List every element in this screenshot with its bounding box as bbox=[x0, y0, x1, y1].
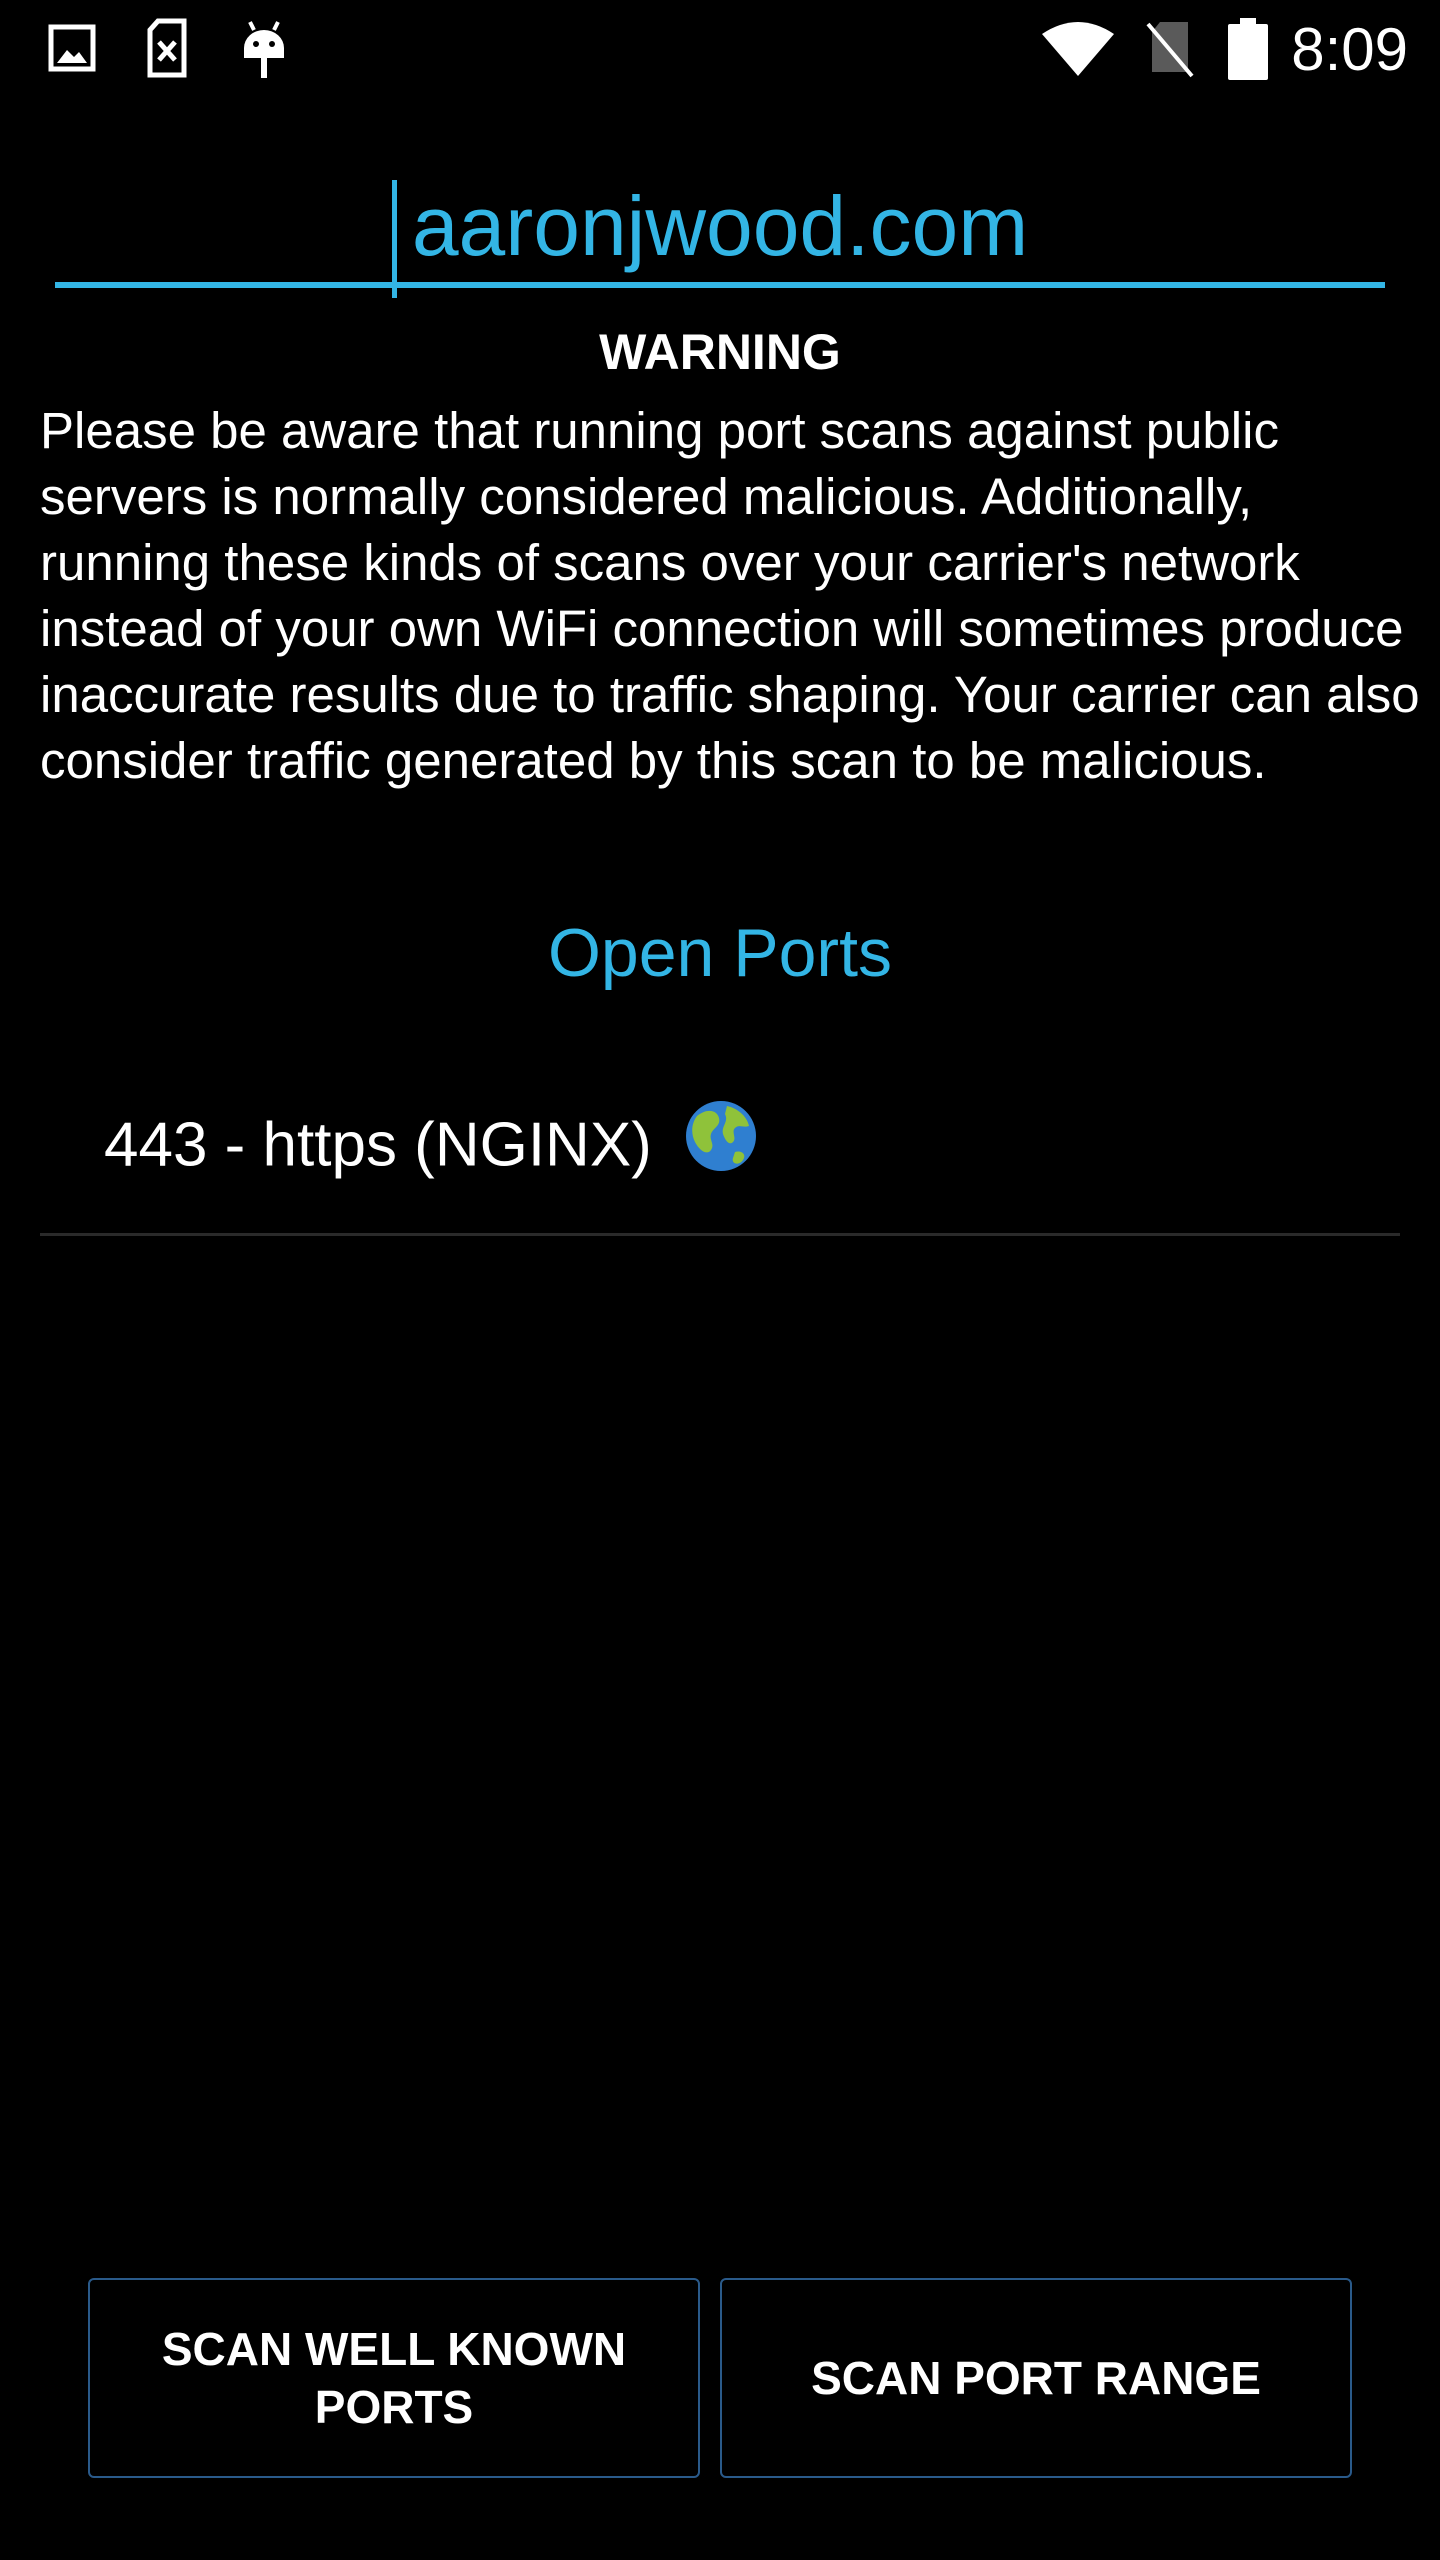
host-field[interactable] bbox=[55, 170, 1385, 298]
sim-error-icon bbox=[144, 18, 190, 78]
open-ports-heading: Open Ports bbox=[548, 915, 892, 991]
battery-icon bbox=[1226, 18, 1270, 82]
clock: 8:09 bbox=[1291, 16, 1408, 83]
open-ports-list: 443 - https (NGINX) bbox=[40, 1060, 1400, 1236]
android-debug-icon bbox=[240, 18, 288, 80]
port-label: 443 - https (NGINX) bbox=[104, 1110, 652, 1180]
image-icon bbox=[48, 24, 96, 72]
list-item[interactable]: 443 - https (NGINX) bbox=[40, 1060, 1400, 1236]
wifi-icon bbox=[1040, 20, 1116, 78]
text-cursor bbox=[392, 180, 397, 298]
status-bar: 8:09 bbox=[0, 0, 1440, 100]
scan-well-known-ports-button[interactable]: SCAN WELL KNOWN PORTS bbox=[88, 2278, 700, 2478]
host-input[interactable] bbox=[55, 170, 1385, 282]
port-entry: 443 - https (NGINX) bbox=[104, 1101, 759, 1196]
scan-port-range-button[interactable]: SCAN PORT RANGE bbox=[720, 2278, 1352, 2478]
no-sim-icon bbox=[1144, 18, 1196, 80]
warning-title: WARNING bbox=[599, 324, 841, 380]
globe-icon bbox=[683, 1098, 759, 1192]
warning-message: Please be aware that running port scans … bbox=[40, 402, 1420, 789]
host-input-underline bbox=[55, 282, 1385, 288]
